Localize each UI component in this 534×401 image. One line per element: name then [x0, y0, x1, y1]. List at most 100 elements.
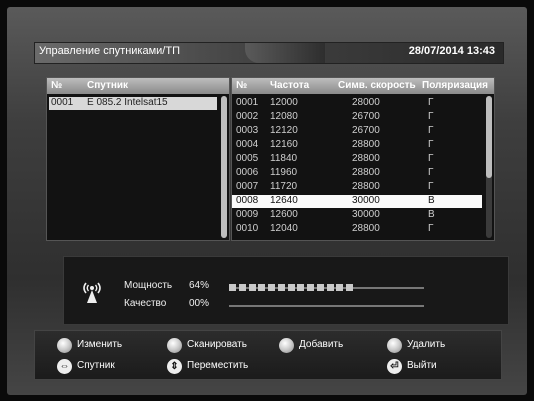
green-button-icon [167, 338, 182, 353]
tp-frequency: 12120 [270, 125, 298, 136]
tp-frequency: 12640 [270, 195, 298, 206]
power-segment [346, 284, 353, 291]
transponder-panel: № Частота Симв. скорость Поляризация 000… [231, 77, 495, 241]
tp-polarization: Г [428, 125, 434, 136]
power-segment [229, 284, 236, 291]
transponder-row[interactable]: 0002 12080 26700 Г [232, 111, 482, 124]
tp-polarization: Г [428, 97, 434, 108]
power-segment [316, 284, 324, 291]
transponder-row[interactable]: 0005 11840 28800 Г [232, 153, 482, 166]
tp-frequency: 12600 [270, 209, 298, 220]
tp-frequency: 12040 [270, 223, 298, 234]
col-num: № [236, 80, 248, 91]
power-segment [307, 284, 314, 291]
transponder-row[interactable]: 0004 12160 28800 Г [232, 139, 482, 152]
transponder-row[interactable]: 0007 11720 28800 Г [232, 181, 482, 194]
tp-polarization: В [428, 195, 435, 206]
power-label: Мощность [124, 280, 173, 291]
transponder-row[interactable]: 0006 11960 28800 Г [232, 167, 482, 180]
tp-frequency: 11840 [270, 153, 298, 164]
satellite-name: E 085.2 Intelsat15 [87, 97, 168, 108]
left-right-arrows-icon: ⇔ [57, 359, 72, 374]
edit-button[interactable]: Изменить [77, 339, 122, 350]
transponder-row[interactable]: 0009 12600 30000 В [232, 209, 482, 222]
tp-symbol-rate: 28800 [352, 153, 380, 164]
power-segment [277, 284, 285, 291]
title-bar: Управление спутниками/ТП 28/07/2014 13:4… [34, 42, 504, 64]
title-decoration [245, 43, 325, 63]
tp-polarization: Г [428, 223, 434, 234]
transponder-row[interactable]: 0010 12040 28800 Г [232, 223, 482, 236]
tp-frequency: 11960 [270, 167, 298, 178]
transponder-row[interactable]: 0008 12640 30000 В [232, 195, 482, 208]
transponder-row[interactable]: 0003 12120 26700 Г [232, 125, 482, 138]
col-satellite: Спутник [87, 80, 129, 91]
tp-num: 0004 [236, 139, 259, 150]
tp-symbol-rate: 26700 [352, 125, 380, 136]
power-segment [336, 284, 344, 291]
transponder-panel-header: № Частота Симв. скорость Поляризация [232, 78, 494, 94]
tp-num: 0006 [236, 167, 259, 178]
power-bar [229, 284, 424, 291]
transponder-scrollbar[interactable] [486, 96, 492, 238]
tp-symbol-rate: 26700 [352, 111, 380, 122]
col-polarization: Поляризация [422, 80, 489, 91]
yellow-button-icon [279, 338, 294, 353]
tp-polarization: Г [428, 111, 434, 122]
tp-polarization: Г [428, 181, 434, 192]
quality-value: 00% [189, 298, 210, 309]
tp-frequency: 11720 [270, 181, 298, 192]
tp-num: 0009 [236, 209, 259, 220]
tp-frequency: 12160 [270, 139, 298, 150]
antenna-signal-icon [83, 282, 101, 303]
power-segment [248, 284, 256, 291]
scrollbar-thumb[interactable] [486, 96, 492, 179]
satellite-panel-header: № Спутник [47, 78, 229, 94]
exit-button[interactable]: Выйти [407, 360, 437, 371]
tp-frequency: 12080 [270, 111, 298, 122]
tp-polarization: Г [428, 139, 434, 150]
tp-symbol-rate: 28800 [352, 181, 380, 192]
exit-icon: ⏎ [387, 359, 402, 374]
page-title: Управление спутниками/ТП [39, 45, 180, 57]
tp-polarization: В [428, 209, 435, 220]
quality-label: Качество [124, 298, 167, 309]
scan-button[interactable]: Сканировать [187, 339, 247, 350]
tp-num: 0008 [236, 195, 259, 206]
tp-symbol-rate: 30000 [352, 209, 380, 220]
delete-button[interactable]: Удалить [407, 339, 445, 350]
satellite-switch-button[interactable]: Спутник [77, 360, 115, 371]
button-bar: Изменить Сканировать Добавить Удалить ⇔ … [34, 330, 502, 380]
tp-num: 0001 [236, 97, 259, 108]
tp-symbol-rate: 28800 [352, 223, 380, 234]
power-segment [297, 284, 305, 291]
tp-num: 0002 [236, 111, 259, 122]
tp-symbol-rate: 30000 [352, 195, 380, 206]
tp-polarization: Г [428, 167, 434, 178]
tp-symbol-rate: 28800 [352, 139, 380, 150]
tp-num: 0007 [236, 181, 259, 192]
up-down-arrows-icon: ⇕ [167, 359, 182, 374]
move-button[interactable]: Переместить [187, 360, 248, 371]
transponder-row[interactable]: 0001 12000 28000 Г [232, 97, 482, 110]
tp-num: 0003 [236, 125, 259, 136]
signal-panel: Мощность 64% Качество 00% [63, 256, 509, 325]
col-symbol-rate: Симв. скорость [338, 80, 416, 91]
power-segment [287, 284, 295, 291]
satellite-item[interactable]: 0001 E 085.2 Intelsat15 [49, 97, 217, 110]
datetime: 28/07/2014 13:43 [408, 45, 495, 57]
power-segment [258, 284, 266, 291]
tp-frequency: 12000 [270, 97, 298, 108]
col-num: № [51, 80, 63, 91]
col-frequency: Частота [270, 80, 310, 91]
tp-num: 0005 [236, 153, 259, 164]
scrollbar-thumb[interactable] [221, 96, 227, 238]
add-button[interactable]: Добавить [299, 339, 343, 350]
satellite-scrollbar[interactable] [221, 96, 227, 238]
blue-button-icon [387, 338, 402, 353]
satellite-panel: № Спутник 0001 E 085.2 Intelsat15 [46, 77, 230, 241]
tp-num: 0010 [236, 223, 259, 234]
power-segment [326, 284, 334, 291]
satellite-num: 0001 [51, 97, 74, 108]
power-value: 64% [189, 280, 210, 291]
